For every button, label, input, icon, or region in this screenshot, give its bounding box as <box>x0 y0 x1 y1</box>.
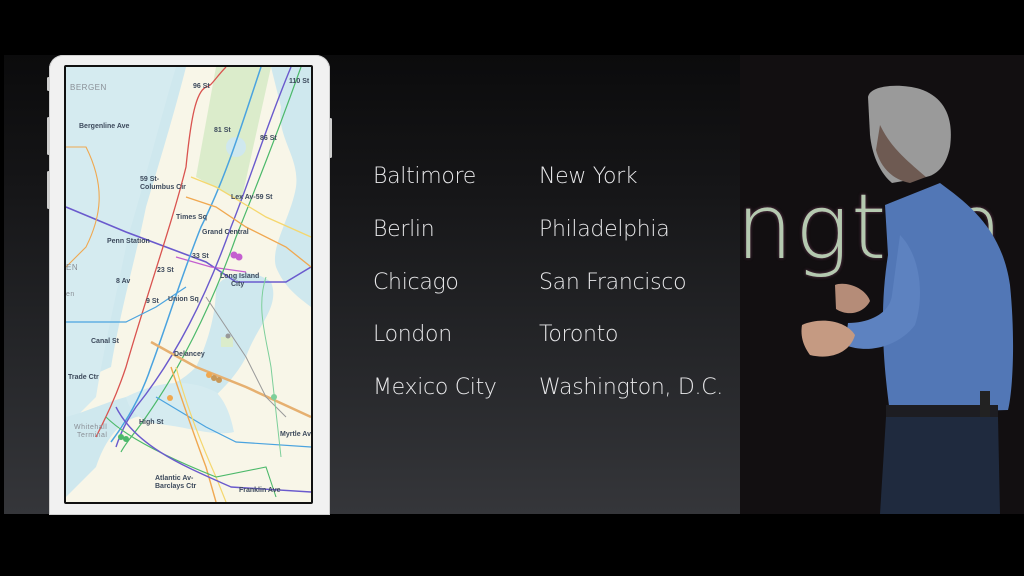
iphone-mockup: BERGEN EN en 96 St 110 St 81 St 86 St Be… <box>47 55 332 515</box>
station-label[interactable]: Trade Ctr <box>68 374 99 382</box>
station-label[interactable]: Columbus Cir <box>140 184 186 192</box>
transit-map[interactable]: BERGEN EN en 96 St 110 St 81 St 86 St Be… <box>66 67 311 502</box>
volume-up-button <box>47 117 50 155</box>
city-name: Baltimore <box>373 164 477 189</box>
power-button <box>329 118 332 158</box>
station-label[interactable]: 23 St <box>157 267 174 275</box>
station-label[interactable]: 8 Av <box>116 278 130 286</box>
station-label[interactable]: 33 St <box>192 253 209 261</box>
station-label[interactable]: Canal St <box>91 338 119 346</box>
station-label[interactable]: 96 St <box>193 83 210 91</box>
city-name: Mexico City <box>373 375 497 400</box>
station-label[interactable]: Times Sq <box>176 214 207 222</box>
station-label[interactable]: City <box>231 281 244 289</box>
station-label[interactable]: Union Sq <box>168 296 199 304</box>
city-name: Toronto <box>539 322 619 347</box>
station-label[interactable]: 86 St <box>260 135 277 143</box>
map-area-label: EN <box>66 263 79 272</box>
city-name: Philadelphia <box>539 217 670 242</box>
city-name: Washington, D.C. <box>539 375 723 400</box>
station-label[interactable]: High St <box>139 419 164 427</box>
terminal-label[interactable]: Whitehall <box>74 424 107 432</box>
station-label[interactable]: 9 St <box>146 298 159 306</box>
station-label[interactable]: Franklin Ave <box>239 487 281 495</box>
city-name: London <box>373 322 452 347</box>
city-name: Chicago <box>373 270 459 295</box>
station-label[interactable]: Myrtle Av <box>280 431 311 439</box>
station-label[interactable]: Penn Station <box>107 238 150 246</box>
station-label[interactable]: Delancey <box>174 351 205 359</box>
station-label[interactable]: Long Island <box>220 273 259 281</box>
station-label[interactable]: 81 St <box>214 127 231 135</box>
terminal-label[interactable]: Terminal <box>77 432 107 440</box>
station-label[interactable]: Barclays Ctr <box>155 483 196 491</box>
presenter <box>801 85 1014 514</box>
stage-video: ngton <box>740 55 1024 514</box>
station-label[interactable]: 110 St <box>289 78 309 86</box>
city-name: New York <box>539 164 638 189</box>
map-area-label: en <box>66 291 75 298</box>
city-name: Berlin <box>373 217 435 242</box>
station-label[interactable]: 59 St- <box>140 176 159 184</box>
station-label[interactable]: Lex Av-59 St <box>231 194 273 202</box>
station-label[interactable]: Atlantic Av- <box>155 475 193 483</box>
phone-screen: BERGEN EN en 96 St 110 St 81 St 86 St Be… <box>64 65 313 504</box>
volume-down-button <box>47 171 50 209</box>
map-area-label: BERGEN <box>70 83 107 92</box>
station-label[interactable]: Grand Central <box>202 229 249 237</box>
city-name: San Francisco <box>539 270 687 295</box>
station-label[interactable]: Bergenline Ave <box>79 123 129 131</box>
side-button <box>47 77 50 91</box>
